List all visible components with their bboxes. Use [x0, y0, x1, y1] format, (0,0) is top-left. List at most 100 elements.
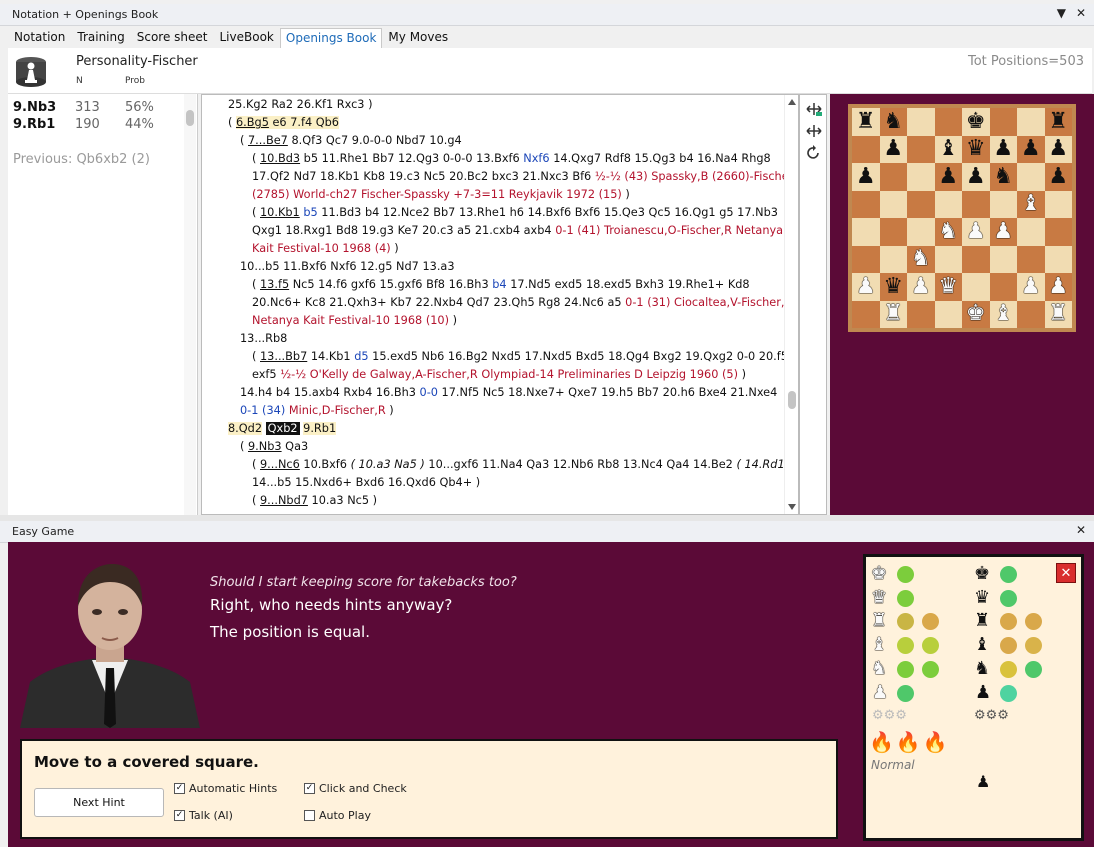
move-token[interactable]: 13...Bb7	[260, 350, 307, 363]
board-square[interactable]	[1044, 218, 1072, 246]
board-square[interactable]: ♝	[1017, 190, 1045, 218]
white-queen-icon[interactable]: ♛	[938, 275, 958, 298]
board-square[interactable]: ♟	[1044, 273, 1072, 301]
black-bishop-icon[interactable]: ♝	[938, 138, 958, 160]
board-square[interactable]: ♟	[962, 218, 990, 246]
game-reference[interactable]: ½-½ O'Kelly de Galway,A-Fischer,R Olympi…	[280, 368, 738, 381]
notation-line[interactable]: ( 9...Nc6 10.Bxf6 ( 10.a3 Na5 ) 10...gxf…	[252, 456, 793, 474]
board-square[interactable]	[934, 190, 962, 218]
move-token[interactable]: 8.Qd2	[228, 422, 263, 435]
white-pawn-icon[interactable]: ♟	[993, 220, 1013, 243]
white-rook-icon[interactable]: ♜	[1048, 303, 1068, 325]
board-square[interactable]	[907, 300, 935, 328]
notation-line[interactable]: 14...b5 15.Nxd6+ Bxd6 16.Qxd6 Qb4+ )	[252, 474, 480, 492]
notation-line[interactable]: ( 10.Kb1 b5 11.Bd3 b4 12.Nce2 Bb7 13.Rhe…	[252, 204, 778, 222]
white-pawn-icon[interactable]: ♟	[1048, 275, 1068, 298]
scroll-up-icon[interactable]	[788, 99, 796, 105]
board-square[interactable]: ♛	[962, 135, 990, 163]
black-rook-icon[interactable]: ♜	[856, 110, 876, 133]
black-king-icon[interactable]: ♚	[966, 110, 986, 133]
board-square[interactable]	[1044, 245, 1072, 273]
close-icon[interactable]: ✕	[1076, 523, 1086, 537]
previous-move-link[interactable]: Previous: Qb6xb2 (2)	[13, 152, 150, 167]
white-rook-icon[interactable]: ♜	[883, 303, 903, 325]
board-square[interactable]	[879, 163, 907, 191]
talk-ai-checkbox[interactable]: ✓ Talk (AI)	[174, 809, 233, 822]
board-square[interactable]: ♛	[879, 273, 907, 301]
move-token[interactable]: 9.Nb3	[248, 440, 282, 453]
notation-line[interactable]: 14.h4 b4 15.axb4 Rxb4 16.Bh3 0-0 17.Nf5 …	[240, 384, 777, 402]
board-square[interactable]: ♝	[934, 135, 962, 163]
board-square[interactable]: ♟	[1017, 273, 1045, 301]
chess-board[interactable]: ♜ ♞ ♚ ♜ ♟ ♝ ♛ ♟ ♟ ♟ ♟ ♟ ♟ ♞ ♟ ♝ ♞ ♟ ♟ ♞ ♟ ♛ ♟ ♛ ♟ ♟ ♜ ♚ ♝ ♜	[848, 104, 1076, 332]
board-square[interactable]: ♟	[1044, 163, 1072, 191]
board-square[interactable]: ♟	[989, 135, 1017, 163]
board-square[interactable]	[852, 218, 880, 246]
tab-livebook[interactable]: LiveBook	[214, 27, 280, 48]
board-square[interactable]: ♞	[879, 108, 907, 136]
move-token[interactable]: 9...Nc6	[260, 458, 300, 471]
board-square[interactable]: ♟	[1017, 135, 1045, 163]
black-pawn-icon[interactable]: ♟	[1021, 138, 1041, 160]
current-move[interactable]: Qxb2	[265, 422, 300, 435]
board-square[interactable]	[879, 190, 907, 218]
white-bishop-icon[interactable]: ♝	[993, 303, 1013, 325]
white-pawn-icon[interactable]: ♟	[966, 220, 986, 243]
board-square[interactable]	[989, 273, 1017, 301]
notation-line[interactable]: Qxg1 18.Rxg1 Bd8 19.g3 Ke7 20.c3 a5 21.c…	[252, 222, 783, 240]
board-square[interactable]	[1017, 300, 1045, 328]
board-square[interactable]: ♟	[1044, 135, 1072, 163]
board-square[interactable]	[934, 300, 962, 328]
checkbox-check[interactable]: ✓	[174, 783, 185, 794]
tab-score-sheet[interactable]: Score sheet	[131, 27, 214, 48]
white-king-icon[interactable]: ♚	[966, 303, 986, 325]
board-square[interactable]	[907, 108, 935, 136]
board-square[interactable]	[852, 190, 880, 218]
white-knight-icon[interactable]: ♞	[938, 220, 958, 243]
move-token[interactable]: 7...Be7	[248, 134, 288, 147]
board-square[interactable]	[907, 190, 935, 218]
board-square[interactable]	[962, 190, 990, 218]
tab-notation[interactable]: Notation	[8, 27, 71, 48]
board-square[interactable]	[852, 135, 880, 163]
close-button[interactable]: ✕	[1056, 563, 1076, 583]
board-square[interactable]: ♞	[907, 245, 935, 273]
move-arrows-icon[interactable]	[805, 123, 823, 139]
board-square[interactable]	[962, 273, 990, 301]
board-square[interactable]: ♞	[934, 218, 962, 246]
board-square[interactable]: ♟	[852, 163, 880, 191]
next-hint-button[interactable]: Next Hint	[34, 788, 164, 817]
board-square[interactable]	[989, 108, 1017, 136]
board-square[interactable]	[852, 300, 880, 328]
game-reference[interactable]: 0-1 (31) Ciocaltea,V-Fischer,R	[625, 296, 792, 309]
black-queen-icon[interactable]: ♛	[966, 138, 986, 160]
notation-line[interactable]: exf5 ½-½ O'Kelly de Galway,A-Fischer,R O…	[252, 366, 746, 384]
move-token[interactable]: 13.f5	[260, 278, 289, 291]
board-square[interactable]: ♚	[962, 300, 990, 328]
move-token[interactable]: 9.Rb1	[303, 422, 337, 435]
board-square[interactable]: ♛	[934, 273, 962, 301]
game-reference[interactable]: Netanya Kait Festival-10 1968 (10)	[252, 314, 449, 327]
board-square[interactable]: ♟	[852, 273, 880, 301]
board-square[interactable]: ♜	[879, 300, 907, 328]
checkbox-empty[interactable]	[304, 810, 315, 821]
board-square[interactable]	[962, 245, 990, 273]
board-square[interactable]	[934, 245, 962, 273]
notation-line[interactable]: 0-1 (34) Minic,D-Fischer,R )	[240, 402, 394, 420]
close-icon[interactable]: ✕	[1076, 6, 1086, 20]
pin-icon[interactable]: ▼	[1057, 6, 1066, 20]
black-queen-icon[interactable]: ♛	[883, 275, 903, 298]
auto-play-checkbox[interactable]: Auto Play	[304, 809, 371, 822]
game-reference[interactable]: ½-½ (43) Spassky,B (2660)-Fischer,R	[595, 170, 798, 183]
white-pawn-icon[interactable]: ♟	[911, 275, 931, 298]
board-square[interactable]	[907, 218, 935, 246]
book-arrows-icon[interactable]	[805, 101, 823, 117]
move-token[interactable]: 10.Kb1	[260, 206, 300, 219]
notation-line[interactable]: ( 6.Bg5 e6 7.f4 Qb6	[228, 114, 339, 132]
board-square[interactable]	[934, 108, 962, 136]
notation-line[interactable]: Netanya Kait Festival-10 1968 (10) )	[252, 312, 457, 330]
board-square[interactable]: ♜	[1044, 300, 1072, 328]
board-square[interactable]: ♜	[852, 108, 880, 136]
board-square[interactable]	[989, 190, 1017, 218]
white-pawn-icon[interactable]: ♟	[1021, 275, 1041, 298]
